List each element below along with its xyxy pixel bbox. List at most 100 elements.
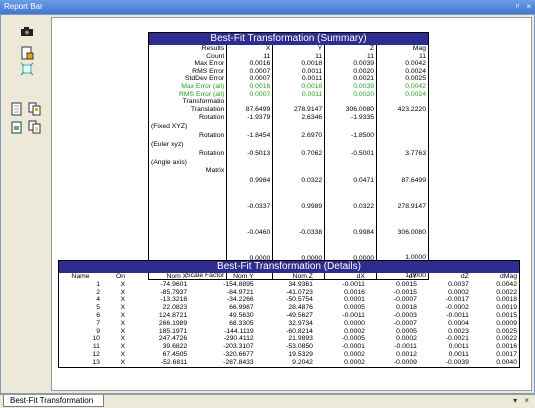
details-cell: 0.0022 xyxy=(496,288,517,296)
table-row: 10 X 247.4726 -290.4112 21.9893 -0.0005 0.0002… xyxy=(59,335,520,343)
summary-x: 87.6499 xyxy=(226,105,273,114)
summary-row: Rotation (Angle axis) -0.5013 0.7062 -0.5001… xyxy=(149,149,429,168)
details-cell: 0.0016 xyxy=(344,288,365,296)
details-cell: 39.6822 xyxy=(162,343,188,351)
table-row: 9 X 185.1971 -144.1119 -60.8214 0.0002 0.0005 0… xyxy=(59,328,520,336)
summary-x: -1.8454 xyxy=(226,131,273,150)
matrix-cell: 278.9147 xyxy=(376,193,429,220)
summary-x: -0.5013 xyxy=(226,149,273,168)
details-cell: 66.9987 xyxy=(229,304,254,312)
summary-label: Matrix xyxy=(205,167,225,175)
close-icon[interactable]: × xyxy=(526,2,531,11)
summary-z: 0.0039 xyxy=(324,60,377,68)
summary-y: 278.9147 xyxy=(272,105,325,114)
pin-icon[interactable]: ᵖ xyxy=(516,2,519,11)
fit-page-icon[interactable] xyxy=(19,61,35,77)
matrix-cell: 0.9989 xyxy=(272,193,325,220)
matrix-cell: -0.0337 xyxy=(226,193,273,220)
page-setup-icon[interactable] xyxy=(19,45,35,61)
report-page: Best-Fit Transformation (Summary) Result… xyxy=(51,17,532,391)
details-cell: 0.0022 xyxy=(496,335,517,343)
single-page-icon[interactable] xyxy=(9,101,25,117)
details-cell: -290.4112 xyxy=(223,335,254,343)
multi-page-icon[interactable] xyxy=(27,101,43,117)
details-cell: -0.0007 xyxy=(393,296,417,304)
details-cell: 0.0005 xyxy=(344,304,365,312)
details-cell: 28.4876 xyxy=(288,304,313,312)
details-cell: -154.8895 xyxy=(223,280,254,288)
copy-pages-icon[interactable] xyxy=(27,119,43,135)
details-cell: 2 xyxy=(96,288,100,296)
details-cell: -85.7937 xyxy=(160,288,188,296)
details-cell: -203.3107 xyxy=(223,343,254,351)
table-row: 5 X 22.0823 66.9987 28.4876 0.0005 0.0018 -0.00… xyxy=(59,304,520,312)
details-cell: 0.0015 xyxy=(396,280,417,288)
details-cell: X xyxy=(120,296,126,304)
details-cell: 0.0023 xyxy=(448,327,469,335)
summary-y: Y xyxy=(272,45,325,53)
details-cell: X xyxy=(120,327,126,335)
summary-y: 0.0011 xyxy=(272,90,325,99)
summary-row: Rotation (Fixed XYZ) -1.9379 2.6346 -1.9335 xyxy=(149,113,429,132)
details-cell: -0.0039 xyxy=(445,358,469,366)
summary-z: -0.5001 xyxy=(324,149,377,168)
tab-close-icon[interactable]: × xyxy=(524,396,529,405)
details-cell: -0.0011 xyxy=(394,343,417,351)
details-cell: 0.0040 xyxy=(496,358,517,366)
window-title: Report Bar xyxy=(4,2,43,11)
summary-z: 0.0039 xyxy=(324,82,377,91)
details-cell: -144.1119 xyxy=(224,327,254,335)
matrix-cell: 0.0322 xyxy=(272,167,325,194)
summary-empty xyxy=(149,193,227,219)
summary-row: RMS Error 0.0007 0.0011 0.0020 0.0024 xyxy=(149,67,429,76)
details-cell: -320.6677 xyxy=(223,350,254,358)
details-cell: -74.9601 xyxy=(160,280,188,288)
summary-y: 0.0011 xyxy=(272,75,325,83)
summary-x: 0.0007 xyxy=(226,67,273,76)
summary-label: Max Error (all) xyxy=(181,82,225,90)
summary-y: 2.6346 xyxy=(272,113,325,132)
details-cell: 0.0011 xyxy=(448,343,469,351)
summary-y: 0.0018 xyxy=(272,82,325,91)
details-cell: -13.3218 xyxy=(160,296,188,304)
details-cell: -52.6811 xyxy=(160,358,188,366)
summary-label: Rotation (Angle axis) xyxy=(149,149,227,167)
details-cell: -287.8433 xyxy=(223,358,254,366)
details-header-row: Name On Nom X Nom Y Nom Z dX dY dZ dMag xyxy=(59,273,520,281)
details-cell: -0.0001 xyxy=(341,343,365,351)
details-cell: -0.0002 xyxy=(445,304,469,312)
summary-row: Translation 87.6499 278.9147 306.0080 423.22… xyxy=(149,105,429,114)
details-cell: 185.1971 xyxy=(158,327,188,335)
details-cell: X xyxy=(120,304,126,312)
details-cell: 10 xyxy=(92,335,100,343)
details-cell: 11 xyxy=(92,343,100,351)
summary-label: Rotation (Fixed XYZ) xyxy=(149,113,227,131)
report-bar-title-bar: Report Bar ᵖ × xyxy=(0,0,535,14)
table-row: 11 X 39.6822 -203.3107 -53.0850 -0.0001 -0.001… xyxy=(59,343,520,351)
details-cell: 266.1989 xyxy=(158,319,188,327)
details-cell: -34.2266 xyxy=(226,296,254,304)
details-column-header: Nom Z xyxy=(292,273,313,280)
details-cell: 247.4726 xyxy=(158,335,188,343)
summary-label: RMS Error xyxy=(192,67,225,75)
details-cell: 0.0018 xyxy=(496,296,517,304)
matrix-cell: 0.9984 xyxy=(324,219,377,246)
matrix-cell: 0.9984 xyxy=(226,167,273,194)
dropdown-icon[interactable]: ▾ xyxy=(513,396,517,405)
table-row: 13 X -52.6811 -287.8433 9.2042 0.0002 -0.0009 -… xyxy=(59,359,520,367)
details-cell: X xyxy=(120,280,126,288)
summary-row: Rotation (Euler xyz) -1.8454 2.6970 -1.8500 xyxy=(149,131,429,150)
summary-row: Max Error (all) 0.0016 0.0018 0.0039 0.0042 xyxy=(149,82,429,91)
summary-x: 11 xyxy=(226,52,273,61)
details-column-header: dMag xyxy=(499,273,517,280)
camera-icon[interactable] xyxy=(19,23,35,39)
matrix-cell: 0.0471 xyxy=(324,167,377,194)
summary-x: 0.0016 xyxy=(226,60,273,68)
details-column-header: On xyxy=(116,273,126,280)
summary-z: Z xyxy=(324,45,377,53)
print-icon[interactable] xyxy=(9,119,25,135)
tab-best-fit-transformation[interactable]: Best-Fit Transformation xyxy=(3,395,105,407)
details-cell: 0.0000 xyxy=(344,319,365,327)
summary-title: Best-Fit Transformation (Summary) xyxy=(148,32,429,45)
summary-z: -1.9335 xyxy=(324,113,377,132)
